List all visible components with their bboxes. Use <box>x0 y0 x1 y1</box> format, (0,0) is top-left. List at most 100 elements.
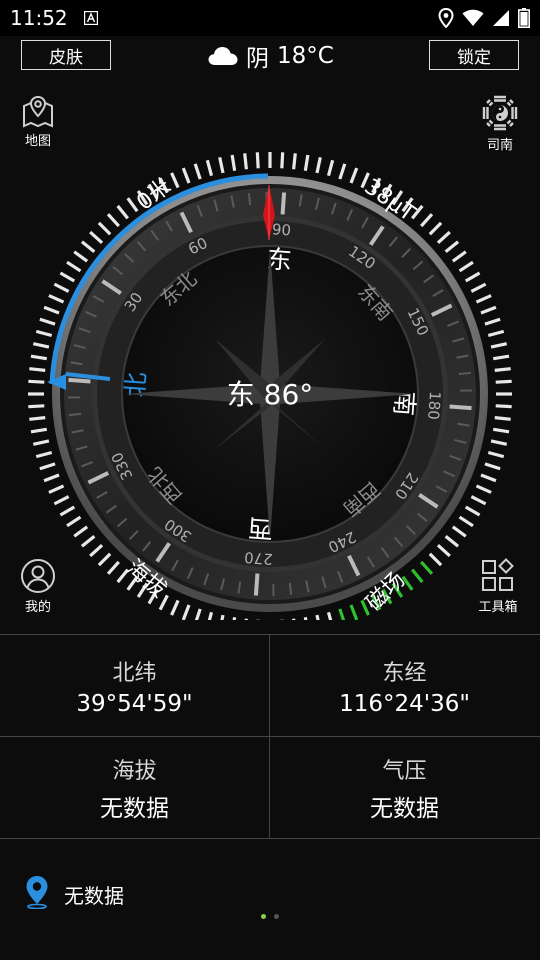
outer-tick <box>487 450 505 459</box>
weather-widget: 阴 18°C <box>208 40 334 72</box>
degree-label: 270 <box>244 548 274 568</box>
outer-tick <box>39 317 56 326</box>
outer-tick <box>451 250 467 263</box>
outer-tick <box>458 515 474 528</box>
outer-tick <box>490 342 508 349</box>
outer-tick <box>220 614 225 620</box>
outer-tick <box>106 560 120 575</box>
outer-tick <box>484 317 501 326</box>
outer-tick <box>451 525 467 538</box>
weather-condition: 阴 <box>246 46 269 72</box>
outer-tick <box>30 354 48 361</box>
status-icons <box>438 8 530 28</box>
outer-tick <box>444 240 460 254</box>
outer-tick <box>73 250 89 263</box>
outer-tick <box>292 618 296 620</box>
outer-tick <box>35 450 53 459</box>
degree-label: 180 <box>424 391 444 421</box>
outer-tick <box>420 560 434 575</box>
outer-tick <box>53 495 70 506</box>
latitude-cell: 北纬 39°54'59" <box>0 635 269 736</box>
outer-tick <box>28 379 45 384</box>
pressure-value: 无数据 <box>370 795 439 822</box>
outer-tick <box>89 544 104 558</box>
outer-tick <box>59 505 76 517</box>
outer-tick <box>48 294 65 304</box>
outer-tick <box>255 152 260 169</box>
outer-tick <box>490 439 508 446</box>
outer-tick <box>53 282 70 293</box>
status-time: 11:52 <box>10 6 68 30</box>
location-row[interactable]: 无数据 <box>0 838 540 943</box>
outer-tick <box>475 294 492 304</box>
pager-dot-active[interactable] <box>261 914 266 919</box>
outer-tick <box>170 599 180 616</box>
outer-tick <box>73 525 89 538</box>
pager-dot[interactable] <box>274 914 279 919</box>
accessibility-a-icon <box>84 11 98 25</box>
outer-tick <box>39 462 56 471</box>
outer-tick <box>230 154 237 172</box>
lock-button[interactable]: 锁定 <box>429 40 519 70</box>
outer-tick <box>349 604 359 620</box>
outer-tick <box>303 616 308 620</box>
outer-tick <box>43 305 60 315</box>
status-bar: 11:52 <box>0 0 540 36</box>
outer-tick <box>303 154 310 172</box>
outer-tick <box>494 367 511 372</box>
outer-tick <box>97 221 112 236</box>
degree-tick <box>458 371 471 376</box>
outer-tick <box>420 213 434 228</box>
grid-divider-v <box>269 635 270 839</box>
outer-tick <box>475 484 492 494</box>
outer-tick <box>326 159 335 177</box>
location-text: 无数据 <box>64 884 124 908</box>
outer-tick <box>349 167 359 184</box>
outer-tick <box>458 260 474 273</box>
altitude-value: 无数据 <box>100 795 169 822</box>
page-indicator <box>0 914 540 919</box>
outer-tick <box>66 260 82 273</box>
outer-tick <box>495 404 512 409</box>
outer-tick <box>181 167 191 184</box>
outer-tick <box>80 240 96 254</box>
wifi-icon <box>462 9 484 26</box>
outer-tick <box>244 618 248 620</box>
latitude-value: 39°54'59" <box>76 690 193 717</box>
outer-tick <box>89 230 104 244</box>
outer-tick <box>410 568 424 584</box>
info-grid: 北纬 39°54'59" 东经 116°24'36" 海拔 无数据 气压 无数据 <box>0 634 540 839</box>
heading-readout: 东 86° <box>227 378 314 411</box>
outer-tick <box>35 329 53 338</box>
degree-tick <box>69 412 82 417</box>
longitude-cell: 东经 116°24'36" <box>270 635 539 736</box>
skin-button[interactable]: 皮肤 <box>21 40 111 70</box>
outer-tick <box>315 614 320 620</box>
outer-tick <box>48 484 65 494</box>
outer-tick <box>193 163 202 180</box>
outer-tick <box>492 354 510 361</box>
outer-tick <box>470 495 487 506</box>
outer-tick <box>243 153 248 170</box>
outer-tick <box>43 473 60 483</box>
degree-tick <box>280 192 287 215</box>
location-status-icon <box>438 8 454 28</box>
outer-tick <box>436 230 451 244</box>
altitude-cell: 海拔 无数据 <box>0 737 269 838</box>
compass-dial[interactable]: 306090120150180210240270300330 北东北东东南南西南… <box>0 120 540 620</box>
outer-tick <box>494 416 511 421</box>
degree-tick <box>449 404 472 411</box>
outer-tick <box>59 271 76 283</box>
outer-tick <box>436 544 451 558</box>
outer-tick <box>484 462 501 471</box>
outer-tick <box>326 611 333 620</box>
location-pin-icon <box>26 876 48 909</box>
outer-tick <box>29 367 46 372</box>
outer-tick <box>29 416 46 421</box>
outer-tick <box>28 404 45 409</box>
outer-tick <box>205 159 214 177</box>
outer-tick <box>480 305 497 315</box>
outer-tick <box>444 534 460 548</box>
outer-tick <box>218 156 225 174</box>
altitude-label: 海拔 <box>112 758 157 784</box>
